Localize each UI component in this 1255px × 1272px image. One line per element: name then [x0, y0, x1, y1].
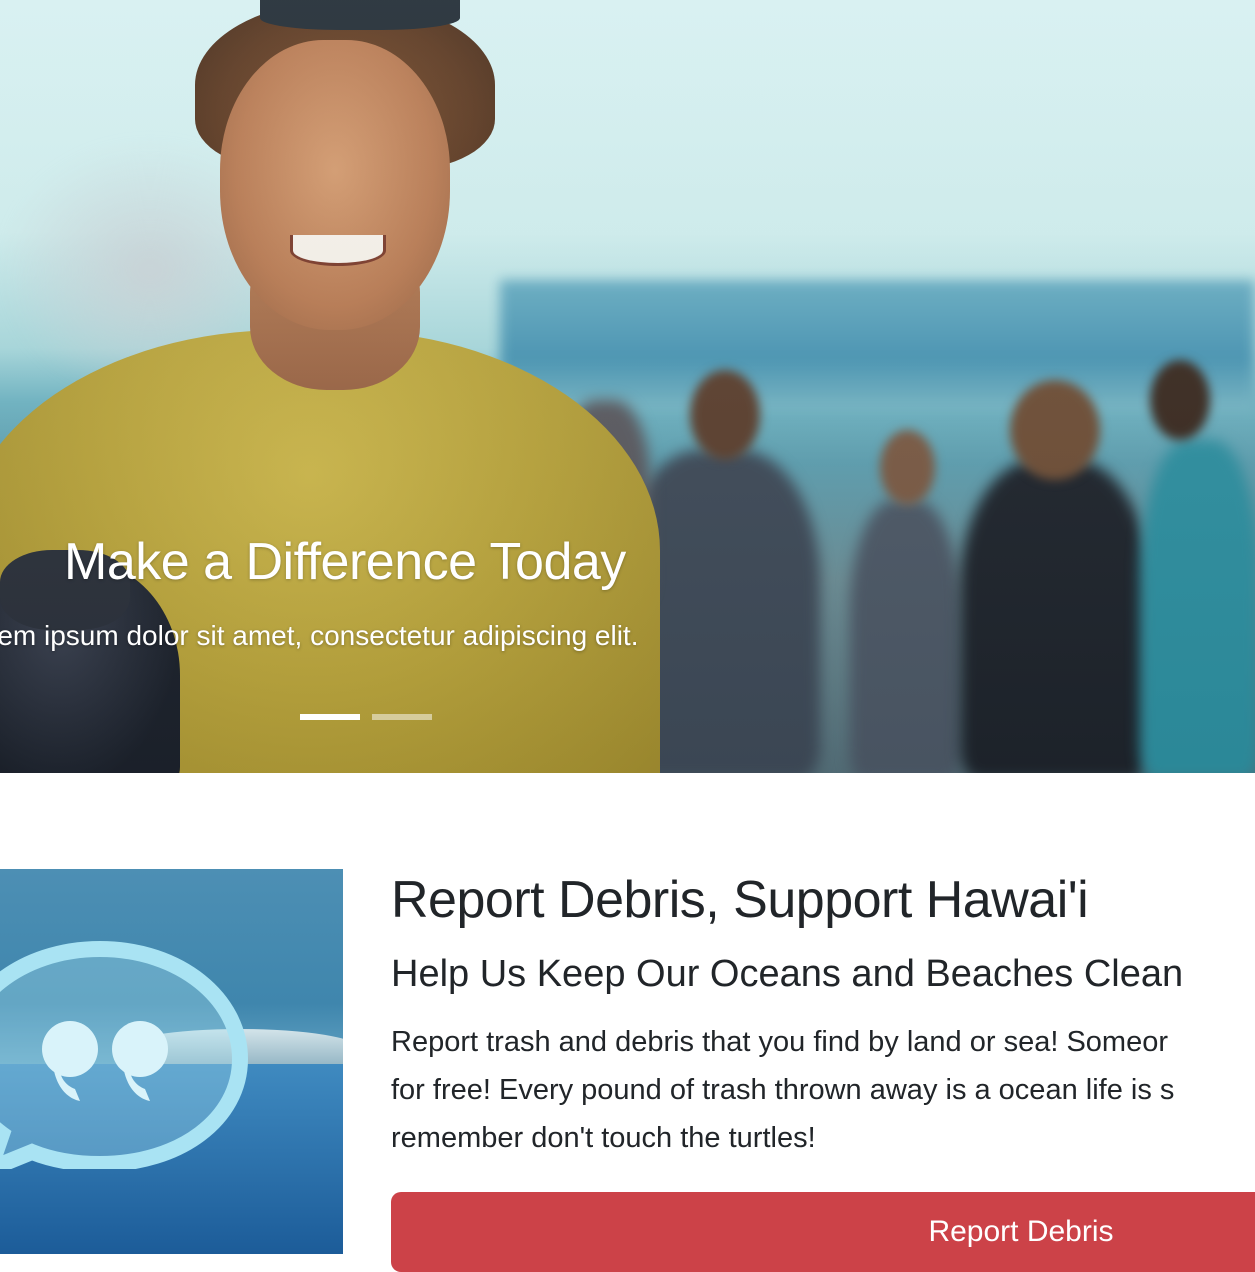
section-subtitle: Help Us Keep Our Oceans and Beaches Clea…: [391, 953, 1184, 995]
carousel-indicators: [300, 714, 432, 720]
description-line: remember don't touch the turtles!: [391, 1122, 816, 1154]
hero-overlay: [0, 0, 1255, 773]
description-line: for free! Every pound of trash thrown aw…: [391, 1074, 1175, 1106]
carousel-caption-text: rem ipsum dolor sit amet, consectetur ad…: [0, 620, 639, 651]
carousel-caption-title: Make a Difference Today: [64, 533, 626, 591]
feature-image: [0, 869, 343, 1254]
description-line: Report trash and debris that you find by…: [391, 1026, 1168, 1058]
carousel-indicator-2[interactable]: [372, 714, 432, 720]
section-description: Report trash and debris that you find by…: [391, 1018, 1255, 1162]
section-title: Report Debris, Support Hawai'i: [391, 871, 1089, 929]
report-debris-button[interactable]: Report Debris: [391, 1192, 1255, 1272]
carousel-indicator-1[interactable]: [300, 714, 360, 720]
hero-carousel: Make a Difference Today rem ipsum dolor …: [0, 0, 1255, 773]
quote-bubble-icon: [0, 940, 249, 1169]
